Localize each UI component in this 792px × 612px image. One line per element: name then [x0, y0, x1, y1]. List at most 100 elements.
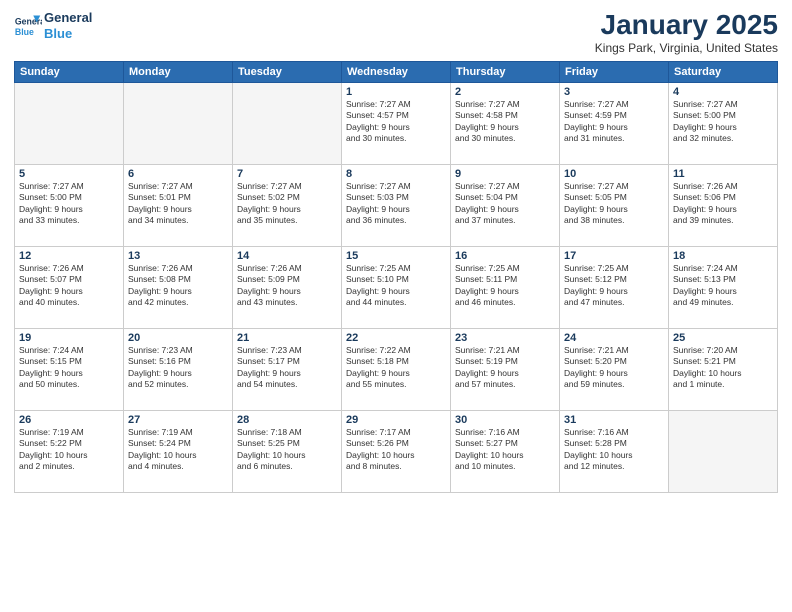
calendar-cell: 6Sunrise: 7:27 AM Sunset: 5:01 PM Daylig…: [124, 164, 233, 246]
calendar-cell: [233, 82, 342, 164]
day-number: 22: [346, 332, 446, 344]
calendar-cell: 7Sunrise: 7:27 AM Sunset: 5:02 PM Daylig…: [233, 164, 342, 246]
calendar-cell: 22Sunrise: 7:22 AM Sunset: 5:18 PM Dayli…: [342, 328, 451, 410]
cell-info: Sunrise: 7:26 AM Sunset: 5:09 PM Dayligh…: [237, 263, 337, 309]
weekday-header-friday: Friday: [560, 61, 669, 82]
day-number: 24: [564, 332, 664, 344]
location: Kings Park, Virginia, United States: [595, 41, 778, 55]
svg-text:Blue: Blue: [15, 26, 34, 36]
day-number: 18: [673, 250, 773, 262]
calendar-cell: 26Sunrise: 7:19 AM Sunset: 5:22 PM Dayli…: [15, 410, 124, 492]
calendar-week-5: 26Sunrise: 7:19 AM Sunset: 5:22 PM Dayli…: [15, 410, 778, 492]
calendar-cell: 8Sunrise: 7:27 AM Sunset: 5:03 PM Daylig…: [342, 164, 451, 246]
calendar-cell: 28Sunrise: 7:18 AM Sunset: 5:25 PM Dayli…: [233, 410, 342, 492]
day-number: 16: [455, 250, 555, 262]
cell-info: Sunrise: 7:27 AM Sunset: 5:01 PM Dayligh…: [128, 181, 228, 227]
cell-info: Sunrise: 7:25 AM Sunset: 5:11 PM Dayligh…: [455, 263, 555, 309]
calendar-cell: 13Sunrise: 7:26 AM Sunset: 5:08 PM Dayli…: [124, 246, 233, 328]
calendar-cell: 10Sunrise: 7:27 AM Sunset: 5:05 PM Dayli…: [560, 164, 669, 246]
day-number: 11: [673, 168, 773, 180]
calendar-cell: 23Sunrise: 7:21 AM Sunset: 5:19 PM Dayli…: [451, 328, 560, 410]
logo-icon: General Blue: [14, 12, 42, 40]
cell-info: Sunrise: 7:18 AM Sunset: 5:25 PM Dayligh…: [237, 427, 337, 473]
cell-info: Sunrise: 7:25 AM Sunset: 5:10 PM Dayligh…: [346, 263, 446, 309]
cell-info: Sunrise: 7:25 AM Sunset: 5:12 PM Dayligh…: [564, 263, 664, 309]
calendar-week-2: 5Sunrise: 7:27 AM Sunset: 5:00 PM Daylig…: [15, 164, 778, 246]
cell-info: Sunrise: 7:22 AM Sunset: 5:18 PM Dayligh…: [346, 345, 446, 391]
calendar-cell: 16Sunrise: 7:25 AM Sunset: 5:11 PM Dayli…: [451, 246, 560, 328]
cell-info: Sunrise: 7:20 AM Sunset: 5:21 PM Dayligh…: [673, 345, 773, 391]
day-number: 15: [346, 250, 446, 262]
weekday-header-thursday: Thursday: [451, 61, 560, 82]
weekday-header-wednesday: Wednesday: [342, 61, 451, 82]
cell-info: Sunrise: 7:24 AM Sunset: 5:15 PM Dayligh…: [19, 345, 119, 391]
month-title: January 2025: [595, 10, 778, 41]
cell-info: Sunrise: 7:23 AM Sunset: 5:16 PM Dayligh…: [128, 345, 228, 391]
logo: General Blue General Blue: [14, 10, 92, 41]
cell-info: Sunrise: 7:27 AM Sunset: 5:00 PM Dayligh…: [19, 181, 119, 227]
cell-info: Sunrise: 7:27 AM Sunset: 5:00 PM Dayligh…: [673, 99, 773, 145]
cell-info: Sunrise: 7:27 AM Sunset: 4:59 PM Dayligh…: [564, 99, 664, 145]
title-block: January 2025 Kings Park, Virginia, Unite…: [595, 10, 778, 55]
day-number: 19: [19, 332, 119, 344]
calendar-cell: 3Sunrise: 7:27 AM Sunset: 4:59 PM Daylig…: [560, 82, 669, 164]
day-number: 13: [128, 250, 228, 262]
calendar-week-4: 19Sunrise: 7:24 AM Sunset: 5:15 PM Dayli…: [15, 328, 778, 410]
day-number: 23: [455, 332, 555, 344]
cell-info: Sunrise: 7:27 AM Sunset: 5:04 PM Dayligh…: [455, 181, 555, 227]
calendar-week-3: 12Sunrise: 7:26 AM Sunset: 5:07 PM Dayli…: [15, 246, 778, 328]
calendar-cell: 30Sunrise: 7:16 AM Sunset: 5:27 PM Dayli…: [451, 410, 560, 492]
day-number: 31: [564, 414, 664, 426]
calendar-cell: 9Sunrise: 7:27 AM Sunset: 5:04 PM Daylig…: [451, 164, 560, 246]
day-number: 4: [673, 86, 773, 98]
logo-text-blue: Blue: [44, 26, 92, 42]
day-number: 6: [128, 168, 228, 180]
logo-text-general: General: [44, 10, 92, 26]
cell-info: Sunrise: 7:24 AM Sunset: 5:13 PM Dayligh…: [673, 263, 773, 309]
day-number: 3: [564, 86, 664, 98]
day-number: 7: [237, 168, 337, 180]
cell-info: Sunrise: 7:16 AM Sunset: 5:27 PM Dayligh…: [455, 427, 555, 473]
day-number: 27: [128, 414, 228, 426]
cell-info: Sunrise: 7:16 AM Sunset: 5:28 PM Dayligh…: [564, 427, 664, 473]
weekday-header-tuesday: Tuesday: [233, 61, 342, 82]
cell-info: Sunrise: 7:21 AM Sunset: 5:19 PM Dayligh…: [455, 345, 555, 391]
cell-info: Sunrise: 7:27 AM Sunset: 5:05 PM Dayligh…: [564, 181, 664, 227]
calendar-cell: 2Sunrise: 7:27 AM Sunset: 4:58 PM Daylig…: [451, 82, 560, 164]
cell-info: Sunrise: 7:27 AM Sunset: 4:58 PM Dayligh…: [455, 99, 555, 145]
cell-info: Sunrise: 7:27 AM Sunset: 5:03 PM Dayligh…: [346, 181, 446, 227]
calendar-cell: 25Sunrise: 7:20 AM Sunset: 5:21 PM Dayli…: [669, 328, 778, 410]
cell-info: Sunrise: 7:17 AM Sunset: 5:26 PM Dayligh…: [346, 427, 446, 473]
day-number: 30: [455, 414, 555, 426]
calendar-cell: 24Sunrise: 7:21 AM Sunset: 5:20 PM Dayli…: [560, 328, 669, 410]
page: General Blue General Blue January 2025 K…: [0, 0, 792, 612]
cell-info: Sunrise: 7:26 AM Sunset: 5:08 PM Dayligh…: [128, 263, 228, 309]
weekday-header-sunday: Sunday: [15, 61, 124, 82]
header: General Blue General Blue January 2025 K…: [14, 10, 778, 55]
weekday-header-saturday: Saturday: [669, 61, 778, 82]
day-number: 21: [237, 332, 337, 344]
calendar-cell: [15, 82, 124, 164]
day-number: 12: [19, 250, 119, 262]
calendar-cell: 5Sunrise: 7:27 AM Sunset: 5:00 PM Daylig…: [15, 164, 124, 246]
calendar-cell: 19Sunrise: 7:24 AM Sunset: 5:15 PM Dayli…: [15, 328, 124, 410]
cell-info: Sunrise: 7:23 AM Sunset: 5:17 PM Dayligh…: [237, 345, 337, 391]
day-number: 29: [346, 414, 446, 426]
calendar-cell: 31Sunrise: 7:16 AM Sunset: 5:28 PM Dayli…: [560, 410, 669, 492]
cell-info: Sunrise: 7:27 AM Sunset: 5:02 PM Dayligh…: [237, 181, 337, 227]
day-number: 10: [564, 168, 664, 180]
day-number: 17: [564, 250, 664, 262]
day-number: 14: [237, 250, 337, 262]
cell-info: Sunrise: 7:19 AM Sunset: 5:24 PM Dayligh…: [128, 427, 228, 473]
calendar-cell: [669, 410, 778, 492]
day-number: 9: [455, 168, 555, 180]
cell-info: Sunrise: 7:21 AM Sunset: 5:20 PM Dayligh…: [564, 345, 664, 391]
weekday-header-monday: Monday: [124, 61, 233, 82]
day-number: 2: [455, 86, 555, 98]
day-number: 28: [237, 414, 337, 426]
calendar-week-1: 1Sunrise: 7:27 AM Sunset: 4:57 PM Daylig…: [15, 82, 778, 164]
calendar-cell: 17Sunrise: 7:25 AM Sunset: 5:12 PM Dayli…: [560, 246, 669, 328]
calendar-cell: 11Sunrise: 7:26 AM Sunset: 5:06 PM Dayli…: [669, 164, 778, 246]
cell-info: Sunrise: 7:26 AM Sunset: 5:06 PM Dayligh…: [673, 181, 773, 227]
calendar-cell: 4Sunrise: 7:27 AM Sunset: 5:00 PM Daylig…: [669, 82, 778, 164]
